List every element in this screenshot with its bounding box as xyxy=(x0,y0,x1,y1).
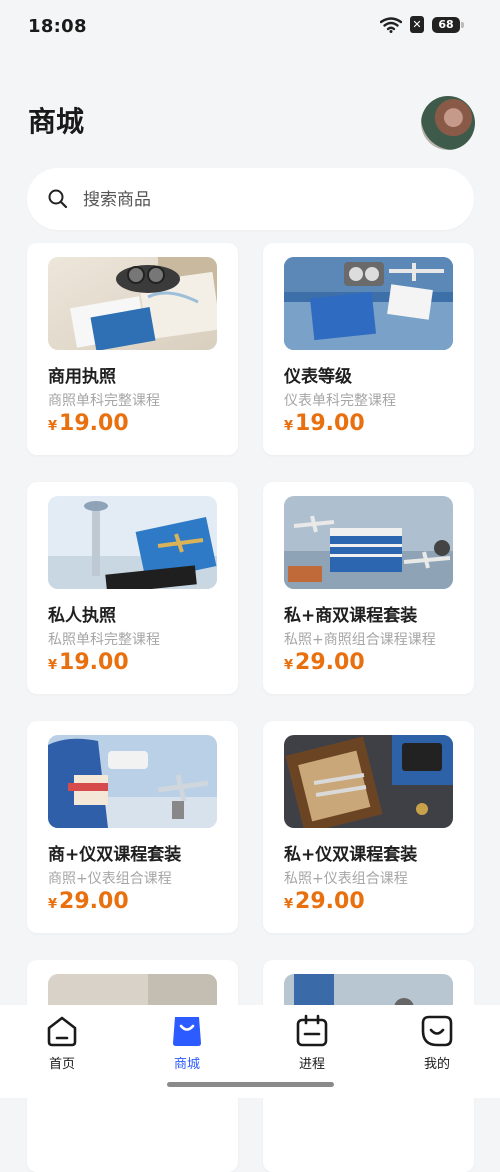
search-bar[interactable] xyxy=(27,168,474,232)
price-amount: 29.00 xyxy=(295,650,365,675)
battery-level: 68 xyxy=(438,17,454,31)
status-time: 18:08 xyxy=(28,16,87,37)
wifi-icon xyxy=(380,16,402,33)
product-image xyxy=(284,257,453,350)
product-image xyxy=(284,496,453,589)
tab-home[interactable]: 首页 xyxy=(22,1013,102,1077)
product-subtitle: 私照+商照组合课程课程 xyxy=(284,632,436,648)
product-price: ¥29.00 xyxy=(284,650,365,675)
currency-symbol: ¥ xyxy=(48,419,58,434)
status-icons: ✕ 68 xyxy=(380,16,464,33)
tab-shop[interactable]: 商城 xyxy=(147,1013,227,1077)
product-image xyxy=(48,735,217,828)
page-title: 商城 xyxy=(28,105,85,138)
tab-label: 进程 xyxy=(298,1057,325,1072)
search-input[interactable] xyxy=(81,168,455,232)
profile-face-icon xyxy=(421,1015,453,1047)
no-sim-icon: ✕ xyxy=(410,16,424,33)
price-amount: 19.00 xyxy=(295,411,365,436)
product-title: 私+商双课程套装 xyxy=(284,606,418,626)
shop-bag-icon xyxy=(173,1017,201,1046)
product-image xyxy=(48,496,217,589)
tab-label: 首页 xyxy=(48,1057,75,1072)
product-title: 私人执照 xyxy=(48,606,116,626)
product-title: 私+仪双课程套装 xyxy=(284,845,418,865)
product-card[interactable]: 商+仪双课程套装 商照+仪表组合课程 ¥29.00 xyxy=(27,721,238,933)
currency-symbol: ¥ xyxy=(48,658,58,673)
product-card[interactable]: 私人执照 私照单科完整课程 ¥19.00 xyxy=(27,482,238,694)
price-amount: 29.00 xyxy=(59,889,129,914)
price-amount: 19.00 xyxy=(59,650,129,675)
product-title: 商用执照 xyxy=(48,367,116,387)
status-bar: 18:08 ✕ 68 xyxy=(0,0,500,56)
product-image xyxy=(284,735,453,828)
product-title: 商+仪双课程套装 xyxy=(48,845,182,865)
currency-symbol: ¥ xyxy=(48,897,58,912)
price-amount: 29.00 xyxy=(295,889,365,914)
product-price: ¥29.00 xyxy=(48,889,129,914)
product-price: ¥29.00 xyxy=(284,889,365,914)
battery-icon: 68 xyxy=(432,16,464,33)
calendar-icon xyxy=(296,1014,328,1047)
tab-mine[interactable]: 我的 xyxy=(397,1013,477,1077)
home-icon xyxy=(47,1016,77,1047)
product-card[interactable]: 仪表等级 仪表单科完整课程 ¥19.00 xyxy=(263,243,474,455)
product-subtitle: 商照+仪表组合课程 xyxy=(48,871,172,887)
tab-label: 我的 xyxy=(423,1057,450,1072)
product-subtitle: 私照单科完整课程 xyxy=(48,632,160,648)
avatar[interactable] xyxy=(421,96,475,150)
product-price: ¥19.00 xyxy=(284,411,365,436)
product-card[interactable]: 私+仪双课程套装 私照+仪表组合课程 ¥29.00 xyxy=(263,721,474,933)
currency-symbol: ¥ xyxy=(284,897,294,912)
product-card[interactable]: 商用执照 商照单科完整课程 ¥19.00 xyxy=(27,243,238,455)
tab-label: 商城 xyxy=(173,1057,200,1072)
currency-symbol: ¥ xyxy=(284,419,294,434)
price-amount: 19.00 xyxy=(59,411,129,436)
product-price: ¥19.00 xyxy=(48,411,129,436)
product-price: ¥19.00 xyxy=(48,650,129,675)
product-card[interactable]: 私+商双课程套装 私照+商照组合课程课程 ¥29.00 xyxy=(263,482,474,694)
product-subtitle: 仪表单科完整课程 xyxy=(284,393,396,409)
product-subtitle: 私照+仪表组合课程 xyxy=(284,871,408,887)
product-image xyxy=(48,257,217,350)
product-title: 仪表等级 xyxy=(284,367,352,387)
home-indicator[interactable] xyxy=(167,1082,334,1087)
search-icon xyxy=(48,189,68,209)
currency-symbol: ¥ xyxy=(284,658,294,673)
tab-progress[interactable]: 进程 xyxy=(272,1013,352,1077)
product-subtitle: 商照单科完整课程 xyxy=(48,393,160,409)
